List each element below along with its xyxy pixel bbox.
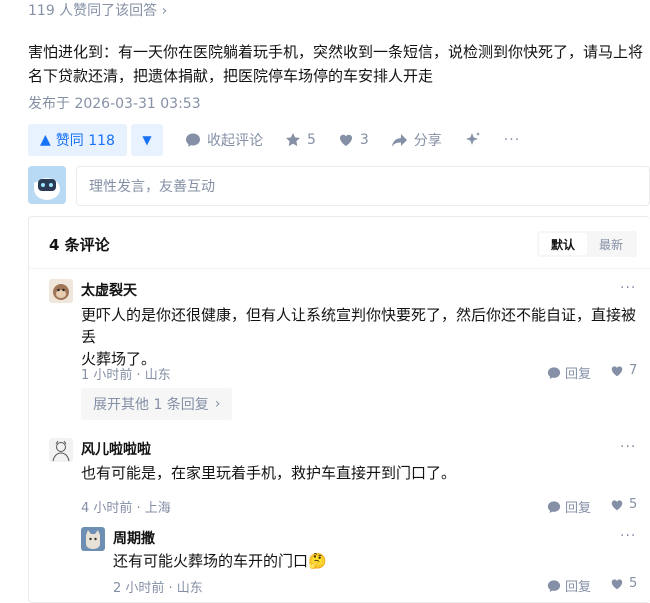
vote-up-button[interactable]: ▲ 赞同 118 <box>28 124 127 156</box>
comment-more-button[interactable]: ··· <box>620 439 636 455</box>
comment-author[interactable]: 太虚裂天 <box>81 280 137 300</box>
heart-icon <box>611 578 623 589</box>
ellipsis-icon: ··· <box>503 132 521 148</box>
comment-text: 也有可能是，在家里玩着手机，救护车直接开到门口了。 <box>81 464 457 482</box>
chevron-right-icon: › <box>161 3 168 19</box>
comment-more-button[interactable]: ··· <box>620 528 636 544</box>
favorite-button[interactable]: 5 <box>285 132 316 148</box>
comment-meta: 1 小时前 · 山东 <box>81 368 171 383</box>
sketch-avatar-icon <box>49 438 73 462</box>
heart-icon <box>611 365 623 376</box>
ai-sparkle-button[interactable] <box>464 131 482 149</box>
comment-compose: 理性发言，友善互动 <box>28 166 650 206</box>
answer-body: 害怕进化到：有一天你在医院躺着玩手机，突然收到一条短信，说检测到你快死了，请马上… <box>28 43 644 85</box>
votes-summary[interactable]: 119 人赞同了该回答 › <box>28 0 167 20</box>
publish-date: 发布于 2026-03-31 03:53 <box>28 96 201 112</box>
sparkle-icon <box>465 132 480 145</box>
heart-icon <box>611 499 623 510</box>
avatar[interactable] <box>81 527 105 551</box>
monkey-avatar-icon <box>49 279 73 303</box>
comment-icon <box>547 579 561 592</box>
avatar[interactable] <box>49 438 73 462</box>
comment-input[interactable]: 理性发言，友善互动 <box>76 166 650 206</box>
avatar <box>28 166 66 204</box>
sort-switch: 默认 最新 <box>537 231 637 257</box>
comment-author[interactable]: 风儿啦啦啦 <box>81 439 151 459</box>
comment-author[interactable]: 周期撒 <box>113 528 155 548</box>
share-button[interactable]: 分享 <box>391 130 442 150</box>
comment-like-button[interactable]: 7 <box>610 363 637 378</box>
reply-button[interactable]: 回复 <box>547 576 591 595</box>
reply-button[interactable]: 回复 <box>547 497 591 516</box>
sort-latest-tab[interactable]: 最新 <box>587 233 635 255</box>
comments-header: 4 条评论 默认 最新 <box>29 217 650 269</box>
sort-default-tab[interactable]: 默认 <box>539 233 587 255</box>
avatar[interactable] <box>49 279 73 303</box>
cat-avatar-icon <box>81 527 105 551</box>
comment-item: 太虚裂天 ··· 更吓人的是你还很健康，但有人让系统宣判你快要死了，然后你还不能… <box>29 269 650 427</box>
reply-item: 周期撒 ··· 还有可能火葬场的车开的门口🤔 2 小时前 · 山东 回复 5 <box>29 517 650 603</box>
comment-text: 还有可能火葬场的车开的门口🤔 <box>113 552 327 570</box>
comment-icon <box>547 500 561 513</box>
comment-meta: 2 小时前 · 山东 <box>113 581 203 596</box>
comment-like-button[interactable]: 5 <box>610 497 637 512</box>
comment-icon <box>185 133 200 147</box>
reply-button[interactable]: 回复 <box>547 363 591 382</box>
heart-icon <box>339 134 352 146</box>
triangle-down-icon: ▼ <box>142 133 152 147</box>
comments-panel: 4 条评论 默认 最新 太虚裂天 ··· 更吓人的是你还很健康，但有人让系统宣判… <box>28 216 650 603</box>
share-arrow-icon <box>391 134 407 147</box>
triangle-up-icon: ▲ <box>40 132 51 148</box>
star-icon <box>285 133 300 147</box>
comment-meta: 4 小时前 · 上海 <box>81 501 171 516</box>
comment-text: 更吓人的是你还很健康，但有人让系统宣判你快要死了，然后你还不能自证，直接被丢 火… <box>81 306 637 368</box>
answer-action-bar: ▲ 赞同 118 ▼ 收起评论 5 3 分享 ··· <box>28 124 520 156</box>
comment-like-button[interactable]: 5 <box>610 576 637 591</box>
collapse-comments-button[interactable]: 收起评论 <box>185 130 263 150</box>
like-button[interactable]: 3 <box>338 132 369 148</box>
robot-avatar-icon <box>28 166 66 204</box>
vote-down-button[interactable]: ▼ <box>130 124 163 156</box>
comment-more-button[interactable]: ··· <box>620 280 636 296</box>
more-options-button[interactable]: ··· <box>504 132 520 148</box>
expand-replies-button[interactable]: 展开其他 1 条回复 › <box>81 388 233 420</box>
comment-count: 4 条评论 <box>49 236 110 254</box>
comment-icon <box>547 366 561 379</box>
comment-item: 风儿啦啦啦 ··· 也有可能是，在家里玩着手机，救护车直接开到门口了。 4 小时… <box>29 427 650 517</box>
chevron-right-icon: › <box>214 396 221 412</box>
